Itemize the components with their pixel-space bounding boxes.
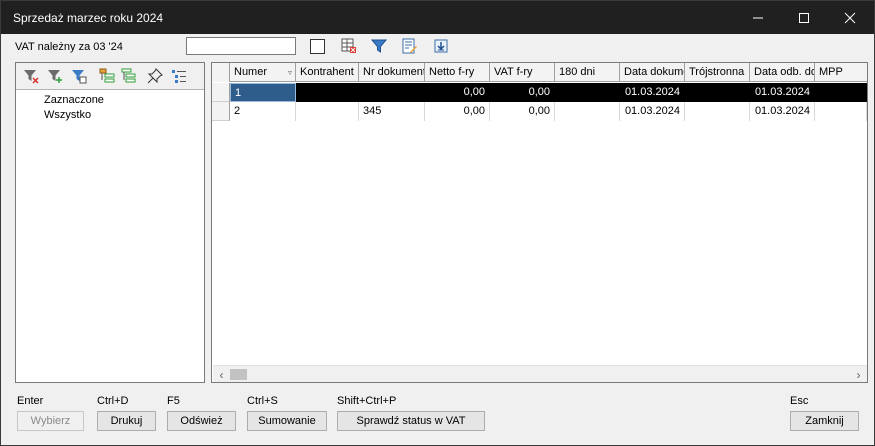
table-export-icon[interactable]	[340, 37, 358, 55]
column-header-180-dni[interactable]: 180 dni	[555, 63, 620, 82]
cell-kontrahent[interactable]	[296, 83, 359, 102]
cell-data-dokumentu[interactable]: 01.03.2024	[620, 83, 685, 102]
table-row[interactable]: 1 0,00 0,00 01.03.2024 01.03.2024	[212, 83, 867, 102]
download-icon[interactable]	[432, 37, 450, 55]
row-indicator-header	[212, 63, 230, 82]
column-header-kontrahent[interactable]: Kontrahent	[296, 63, 359, 82]
scroll-left-icon[interactable]: ‹	[213, 366, 230, 382]
dialog-window: Sprzedaż marzec roku 2024 VAT należny za…	[0, 0, 875, 446]
list-item[interactable]: Zaznaczone	[16, 93, 204, 108]
filter-table-icon[interactable]	[70, 67, 88, 85]
tree-collapse-icon[interactable]	[98, 67, 116, 85]
cell-vat[interactable]: 0,00	[490, 83, 555, 102]
cell-mpp[interactable]	[815, 83, 867, 102]
shortcut-label-close: Esc	[790, 395, 809, 407]
close-icon	[844, 12, 856, 23]
filter-tree-panel: Zaznaczone Wszystko	[15, 62, 205, 383]
cell-data-dokumentu[interactable]: 01.03.2024	[620, 102, 685, 121]
sum-button[interactable]: Sumowanie	[247, 411, 327, 431]
search-input[interactable]	[186, 37, 296, 55]
print-button[interactable]: Drukuj	[97, 411, 156, 431]
cell-numer[interactable]: 1	[230, 83, 296, 102]
scroll-right-icon[interactable]: ›	[850, 366, 867, 382]
sort-filter-icon: ▿	[287, 68, 292, 77]
column-header-data-dokumentu[interactable]: Data dokumentu	[620, 63, 685, 82]
column-header-netto[interactable]: Netto f-ry	[425, 63, 490, 82]
cell-kontrahent[interactable]	[296, 102, 359, 121]
scrollbar-thumb[interactable]	[230, 369, 247, 380]
column-header-numer[interactable]: Numer ▿	[230, 63, 296, 82]
shortcut-label-select: Enter	[17, 395, 44, 407]
filter-list: Zaznaczone Wszystko	[16, 93, 204, 123]
window-title: Sprzedaż marzec roku 2024	[13, 11, 164, 25]
horizontal-scrollbar[interactable]: ‹ ›	[213, 365, 867, 382]
tree-expand-icon[interactable]	[120, 67, 138, 85]
shortcut-label-print: Ctrl+D	[97, 395, 129, 407]
check-vat-status-button[interactable]: Sprawdź status w VAT	[337, 411, 485, 431]
cell-trojstronna[interactable]	[685, 83, 750, 102]
sales-grid: Numer ▿ Kontrahent Nr dokumentu Netto f-…	[211, 62, 868, 383]
cell-180-dni[interactable]	[555, 83, 620, 102]
row-indicator[interactable]	[212, 102, 230, 121]
maximize-button[interactable]	[781, 1, 827, 34]
minimize-button[interactable]	[735, 1, 781, 34]
shortcut-label-sum: Ctrl+S	[247, 395, 278, 407]
cell-data-odb[interactable]: 01.03.2024	[750, 102, 815, 121]
table-row[interactable]: 2 345 0,00 0,00 01.03.2024 01.03.2024	[212, 102, 867, 121]
filter-add-icon[interactable]	[46, 67, 64, 85]
list-item[interactable]: Wszystko	[16, 108, 204, 123]
checkbox[interactable]	[310, 39, 325, 54]
close-button[interactable]: Zamknij	[790, 411, 859, 431]
select-button[interactable]: Wybierz	[17, 411, 84, 431]
shortcut-label-refresh: F5	[167, 395, 180, 407]
column-header-nr-dokumentu[interactable]: Nr dokumentu	[359, 63, 425, 82]
vat-period-label: VAT należny za 03 '24	[15, 41, 123, 53]
cell-trojstronna[interactable]	[685, 102, 750, 121]
column-header-vat[interactable]: VAT f-ry	[490, 63, 555, 82]
close-window-button[interactable]	[827, 1, 873, 34]
column-header-mpp[interactable]: MPP	[815, 63, 867, 82]
filter-clear-icon[interactable]	[22, 67, 40, 85]
cell-data-odb[interactable]: 01.03.2024	[750, 83, 815, 102]
column-label: Numer	[234, 66, 268, 78]
row-indicator[interactable]	[212, 83, 230, 102]
refresh-button[interactable]: Odśwież	[167, 411, 236, 431]
column-header-data-odb[interactable]: Data odb. dok.	[750, 63, 815, 82]
title-bar: Sprzedaż marzec roku 2024	[1, 1, 874, 34]
column-header-trojstronna[interactable]: Trójstronna	[685, 63, 750, 82]
grid-header: Numer ▿ Kontrahent Nr dokumentu Netto f-…	[212, 63, 867, 82]
cell-netto[interactable]: 0,00	[425, 83, 490, 102]
cell-mpp[interactable]	[815, 102, 867, 121]
maximize-icon	[799, 12, 809, 23]
list-tree-icon[interactable]	[170, 67, 188, 85]
cell-nr-dokumentu[interactable]: 345	[359, 102, 425, 121]
edit-document-icon[interactable]	[400, 37, 418, 55]
shortcut-label-vat-status: Shift+Ctrl+P	[337, 395, 397, 407]
pin-icon[interactable]	[146, 67, 164, 85]
filter-toolbar	[16, 63, 204, 90]
cell-nr-dokumentu[interactable]	[359, 83, 425, 102]
minimize-icon	[753, 17, 763, 18]
cell-numer[interactable]: 2	[230, 102, 296, 121]
cell-netto[interactable]: 0,00	[425, 102, 490, 121]
cell-180-dni[interactable]	[555, 102, 620, 121]
filter-icon[interactable]	[370, 37, 388, 55]
cell-vat[interactable]: 0,00	[490, 102, 555, 121]
